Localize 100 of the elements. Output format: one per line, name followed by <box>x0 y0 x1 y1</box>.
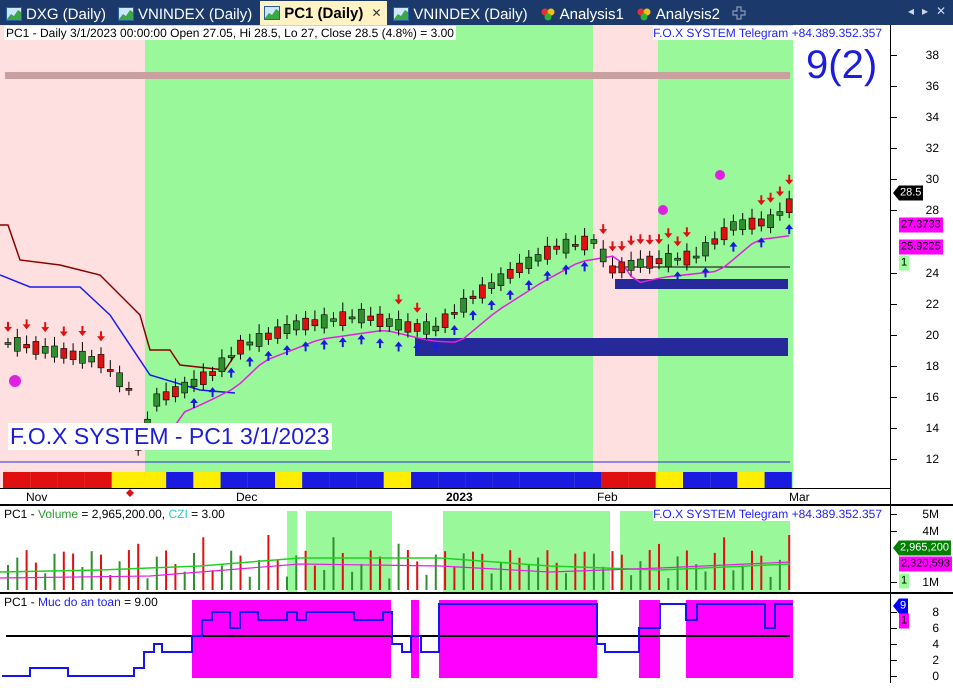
chart-icon <box>118 7 134 21</box>
tab-control[interactable]: ◂ <box>907 4 915 18</box>
down-arrow-icon <box>97 331 105 342</box>
up-arrow-icon <box>357 334 366 344</box>
up-arrow-icon <box>190 398 198 408</box>
dot-marker <box>9 375 21 387</box>
axis-label: 4 <box>932 637 939 651</box>
chart-caption: F.O.X SYSTEM - PC1 3/1/2023 <box>8 423 332 450</box>
axis-label: 5M <box>922 507 939 521</box>
down-arrow-icon <box>41 322 50 332</box>
axis-label: 28 <box>926 203 939 218</box>
up-arrow-icon <box>543 270 552 281</box>
dot-marker <box>658 205 668 215</box>
value-tag: 28.5 <box>893 186 924 200</box>
contact-text: F.O.X SYSTEM Telegram +84.389.352.357 <box>653 26 882 40</box>
up-arrow-icon <box>208 387 217 398</box>
down-arrow-icon <box>664 228 672 238</box>
axis-label: 12 <box>926 452 939 466</box>
up-arrow-icon <box>320 339 328 350</box>
down-arrow-icon <box>78 326 86 336</box>
down-arrow-icon <box>682 227 691 238</box>
up-arrow-icon <box>488 300 496 310</box>
tab[interactable]: PC1 (Daily) ✕ <box>260 1 388 25</box>
up-arrow-icon <box>432 342 440 352</box>
value-tag: 1 <box>899 614 910 628</box>
chart-icon <box>6 7 22 21</box>
down-arrow-icon <box>599 224 608 234</box>
up-arrow-icon <box>729 242 738 252</box>
analysis-icon <box>540 7 556 21</box>
down-arrow-icon <box>674 236 682 246</box>
chart-header: PC1 - Daily 3/1/2023 00:00:00 Open 27.05, Hi 28.5, Lo 27, Close 28.5 (4.8%) = 3.00 <box>4 26 456 40</box>
add-tab-icon[interactable] <box>732 6 746 20</box>
axis-label: 16 <box>926 390 939 404</box>
up-arrow-icon <box>264 350 272 361</box>
value-tag: 25.9225 <box>899 240 943 254</box>
tab-control[interactable]: ▸ <box>921 4 929 18</box>
axis-label: 30 <box>926 172 939 186</box>
axis-label: 36 <box>926 79 939 94</box>
up-arrow-icon <box>338 337 347 348</box>
down-arrow-icon <box>785 174 794 185</box>
chart-icon <box>393 7 410 21</box>
down-arrow-icon <box>618 241 626 252</box>
down-arrow-icon <box>413 302 422 313</box>
tab-control[interactable]: ✕ <box>935 4 947 18</box>
axis-label: 18 <box>926 358 939 373</box>
up-arrow-icon <box>450 324 458 335</box>
analysis-icon <box>636 7 652 21</box>
axis-label: 38 <box>926 48 939 62</box>
date-label: Nov <box>26 490 48 504</box>
axis-label: 22 <box>926 296 939 311</box>
value-tag: 1 <box>899 256 910 270</box>
signal-count: 9(2) <box>806 43 878 88</box>
value-tag: 1 <box>899 574 910 588</box>
down-arrow-icon <box>22 319 31 330</box>
up-arrow-icon <box>674 271 682 282</box>
down-arrow-icon <box>636 234 644 244</box>
axis-label: 8 <box>932 605 939 619</box>
axis-label: 0 <box>932 669 939 683</box>
date-label: Dec <box>236 490 258 504</box>
axis-label: 14 <box>926 420 939 435</box>
axis-label: 20 <box>926 328 939 342</box>
up-arrow-icon <box>524 280 533 290</box>
axis-label: 4M <box>922 524 939 538</box>
axis-label: 6 <box>932 621 939 635</box>
down-arrow-icon <box>646 234 654 245</box>
value-tag: 2,320,593 <box>899 556 952 572</box>
axis-label: 32 <box>926 141 939 156</box>
up-arrow-icon <box>757 237 766 248</box>
up-arrow-icon <box>246 356 254 366</box>
axis-label: 34 <box>926 110 939 124</box>
value-tag: 2,965,200 <box>893 540 951 556</box>
pane-title: PC1 - Volume = 2,965,200.00, CZI = 3.00 <box>4 507 225 521</box>
up-arrow-icon <box>562 264 570 275</box>
up-arrow-icon <box>376 338 384 348</box>
down-arrow-icon <box>627 236 636 246</box>
up-arrow-icon <box>283 345 291 356</box>
up-arrow-icon <box>394 342 403 352</box>
up-arrow-icon <box>413 342 422 353</box>
up-arrow-icon <box>227 368 236 378</box>
date-label: Feb <box>597 490 618 504</box>
chart-icon <box>264 6 280 20</box>
down-arrow-icon <box>4 322 12 332</box>
down-arrow-icon <box>757 195 766 206</box>
up-arrow-icon <box>469 310 477 320</box>
axis-label: 1M <box>922 575 939 589</box>
up-arrow-icon <box>302 341 310 352</box>
up-arrow-icon <box>580 261 589 272</box>
date-label: 2023 <box>446 490 473 504</box>
pane-title: PC1 - Muc do an toan = 9.00 <box>4 595 158 609</box>
dot-marker <box>715 170 725 180</box>
down-arrow-icon <box>60 326 68 336</box>
contact-text: F.O.X SYSTEM Telegram +84.389.352.357 <box>653 507 882 521</box>
date-label: Mar <box>789 490 810 504</box>
up-arrow-icon <box>785 224 794 234</box>
up-arrow-icon <box>506 290 514 300</box>
axis-label: 2 <box>932 653 939 667</box>
down-arrow-icon <box>776 186 784 196</box>
value-tag: 9 <box>893 598 908 614</box>
value-tag: 27.3733 <box>899 218 943 232</box>
down-arrow-icon <box>394 294 403 305</box>
